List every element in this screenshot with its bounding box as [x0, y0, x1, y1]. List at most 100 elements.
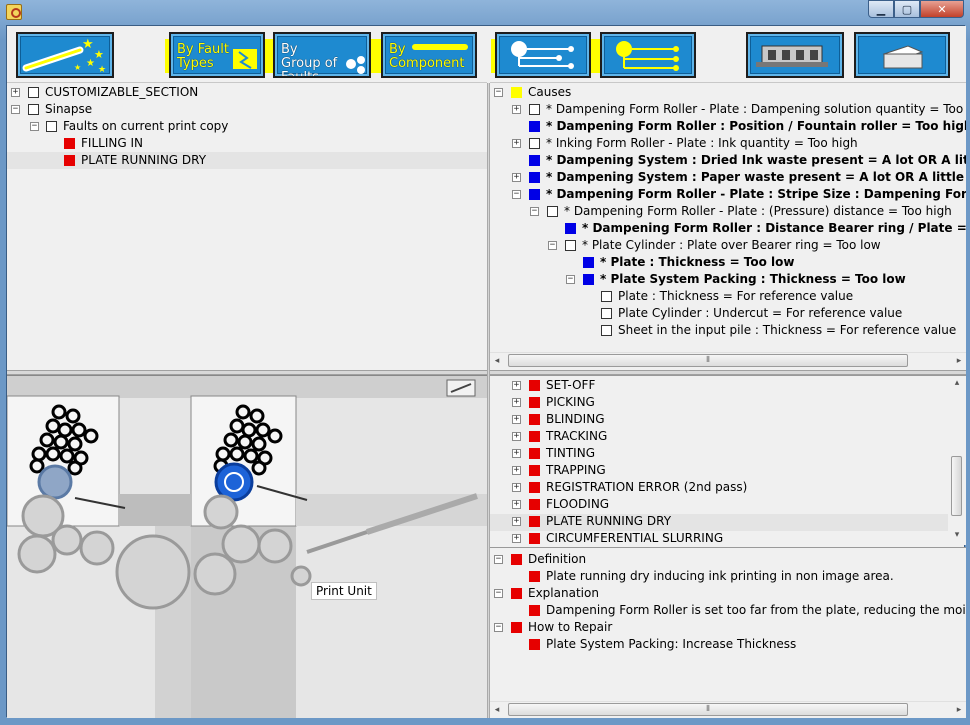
expand-icon[interactable]: +: [512, 398, 521, 407]
collapse-icon[interactable]: −: [530, 207, 539, 216]
expand-icon[interactable]: +: [512, 432, 521, 441]
collapse-icon[interactable]: −: [30, 122, 39, 131]
app-window: ▁ ▢ ✕ ★ ★ ★ ★ ★ By Fault Types By Group …: [0, 0, 970, 725]
checkbox[interactable]: [28, 104, 39, 115]
fault-label: TRAPPING: [546, 463, 606, 477]
by-component-button[interactable]: By Component: [381, 32, 477, 78]
scroll-thumb[interactable]: ⦀: [508, 703, 908, 716]
fault-label: PICKING: [546, 395, 595, 409]
collapse-icon[interactable]: −: [566, 275, 575, 284]
svg-text:★: ★: [74, 63, 81, 72]
expand-icon[interactable]: +: [512, 173, 521, 182]
by-group-of-faults-button[interactable]: By Group of Faults: [273, 32, 371, 78]
collapse-icon[interactable]: −: [548, 241, 557, 250]
scroll-left-icon[interactable]: ◂: [490, 354, 504, 368]
expand-icon[interactable]: +: [512, 105, 521, 114]
scroll-thumb[interactable]: ⦀: [508, 354, 908, 367]
tree-node-label: Plate Cylinder : Undercut = For referenc…: [618, 306, 903, 320]
left-tree-pane: + CUSTOMIZABLE_SECTION − Sinapse − Fault…: [7, 83, 487, 370]
red-status-icon: [529, 571, 540, 582]
expand-icon[interactable]: +: [512, 381, 521, 390]
left-toolbar: ★ ★ ★ ★ ★ By Fault Types By Group of Fau…: [7, 26, 487, 83]
expand-icon[interactable]: +: [512, 534, 521, 543]
expand-icon[interactable]: +: [512, 466, 521, 475]
expand-icon[interactable]: +: [512, 517, 521, 526]
checkbox[interactable]: [28, 87, 39, 98]
detail-label: Dampening Form Roller is set too far fro…: [546, 603, 966, 617]
red-status-icon: [511, 622, 522, 633]
fault-label: CIRCUMFERENTIAL SLURRING: [546, 531, 724, 545]
fault-label: SET-OFF: [546, 378, 596, 392]
red-status-icon: [529, 414, 540, 425]
scroll-right-icon[interactable]: ▸: [952, 354, 966, 368]
scroll-right-icon[interactable]: ▸: [952, 703, 966, 717]
tree-node-label: Sheet in the input pile : Thickness = Fo…: [618, 323, 957, 337]
print-unit-diagram[interactable]: Print Unit: [7, 375, 487, 718]
wand-button[interactable]: ★ ★ ★ ★ ★: [16, 32, 114, 78]
checkbox[interactable]: [46, 121, 57, 132]
details-hscrollbar[interactable]: ◂ ⦀ ▸: [490, 701, 966, 717]
section-label: How to Repair: [528, 620, 613, 634]
tree-node-label: * Dampening Form Roller : Distance Beare…: [582, 221, 966, 235]
fault-label: PLATE RUNNING DRY: [546, 514, 672, 528]
red-status-icon: [529, 482, 540, 493]
expand-icon[interactable]: +: [512, 415, 521, 424]
expand-icon[interactable]: +: [512, 449, 521, 458]
tree-node-faults-on-copy[interactable]: − Faults on current print copy: [7, 118, 487, 135]
by-group-of-faults-label: By Group of Faults: [281, 42, 338, 78]
tree-node-customizable-section[interactable]: + CUSTOMIZABLE_SECTION: [7, 84, 487, 101]
app-icon[interactable]: [6, 4, 22, 20]
scroll-up-icon[interactable]: ▴: [950, 376, 964, 390]
tree-node-label: * Dampening Form Roller - Plate : Dampen…: [546, 102, 966, 116]
checkbox[interactable]: [601, 291, 612, 302]
right-toolbar: [490, 26, 966, 83]
red-status-icon: [529, 516, 540, 527]
expand-icon[interactable]: +: [512, 483, 521, 492]
tree-view-selected-button[interactable]: [600, 32, 696, 78]
expand-icon[interactable]: +: [11, 88, 20, 97]
tree-node-label: * Dampening Form Roller - Plate : Stripe…: [546, 187, 966, 201]
minimize-button[interactable]: ▁: [868, 0, 894, 18]
tree-node-label: * Dampening Form Roller : Position / Fou…: [546, 119, 966, 133]
faults-vscrollbar[interactable]: ▴ ▾: [949, 376, 965, 544]
blue-status-icon: [583, 257, 594, 268]
by-fault-types-button[interactable]: By Fault Types: [169, 32, 265, 78]
blue-status-icon: [583, 274, 594, 285]
scroll-down-icon[interactable]: ▾: [950, 528, 964, 542]
close-button[interactable]: ✕: [920, 0, 964, 18]
collapse-icon[interactable]: −: [494, 88, 503, 97]
tree-diagram-yellow-icon: [616, 41, 679, 71]
svg-text:★: ★: [86, 58, 95, 69]
tree-node-label: PLATE RUNNING DRY: [81, 153, 207, 167]
red-status-icon: [511, 554, 522, 565]
fault-label: REGISTRATION ERROR (2nd pass): [546, 480, 748, 494]
causes-hscrollbar[interactable]: ◂ ⦀ ▸: [490, 352, 966, 368]
collapse-icon[interactable]: −: [11, 105, 20, 114]
tree-node-sinapse[interactable]: − Sinapse: [7, 101, 487, 118]
checkbox[interactable]: [529, 138, 540, 149]
tree-node-label: Plate : Thickness = For reference value: [618, 289, 854, 303]
maximize-button[interactable]: ▢: [894, 0, 920, 18]
collapse-icon[interactable]: −: [494, 623, 503, 632]
tree-node-plate-running-dry[interactable]: PLATE RUNNING DRY: [7, 152, 487, 169]
checkbox[interactable]: [547, 206, 558, 217]
press-machine-button[interactable]: [746, 32, 844, 78]
svg-text:★: ★: [94, 48, 104, 61]
scroll-thumb[interactable]: [951, 456, 962, 516]
scroll-left-icon[interactable]: ◂: [490, 703, 504, 717]
expand-icon[interactable]: +: [512, 500, 521, 509]
collapse-icon[interactable]: −: [494, 589, 503, 598]
paper-pile-button[interactable]: [854, 32, 950, 78]
checkbox[interactable]: [601, 325, 612, 336]
red-status-icon: [64, 138, 75, 149]
tree-view-button[interactable]: [495, 32, 591, 78]
checkbox[interactable]: [601, 308, 612, 319]
expand-icon[interactable]: +: [512, 139, 521, 148]
checkbox[interactable]: [565, 240, 576, 251]
tree-node-label: Causes: [528, 85, 572, 99]
collapse-icon[interactable]: −: [512, 190, 521, 199]
tree-node-label: * Inking Form Roller - Plate : Ink quant…: [546, 136, 858, 150]
collapse-icon[interactable]: −: [494, 555, 503, 564]
tree-node-filling-in[interactable]: FILLING IN: [7, 135, 487, 152]
checkbox[interactable]: [529, 104, 540, 115]
